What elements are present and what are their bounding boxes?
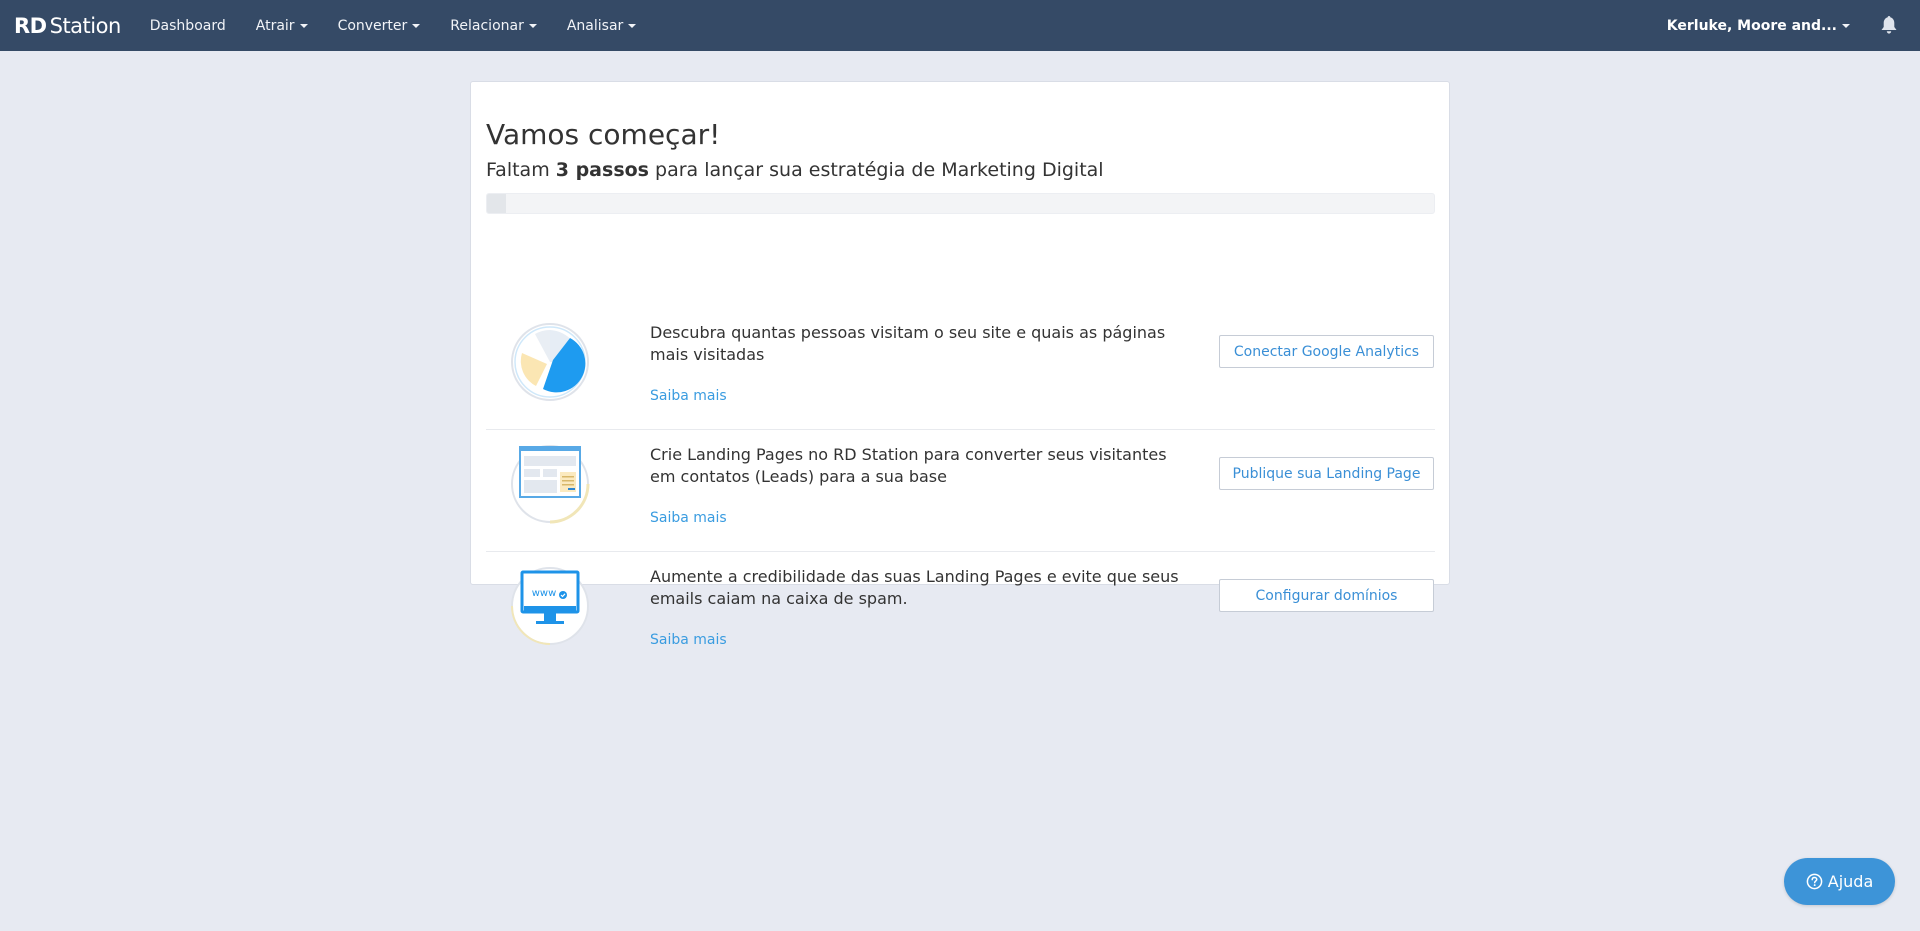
step-1-description: Descubra quantas pessoas visitam o seu s…	[650, 323, 1166, 364]
nav-converter[interactable]: Converter	[323, 18, 436, 34]
domain-monitor-icon: www	[511, 567, 589, 645]
step-1-learn-more-link[interactable]: Saiba mais	[650, 388, 727, 404]
step-landing-page: Crie Landing Pages no RD Station para co…	[486, 430, 1435, 552]
caret-down-icon	[628, 23, 637, 28]
nav-analisar[interactable]: Analisar	[552, 18, 651, 34]
nav-relacionar[interactable]: Relacionar	[435, 18, 552, 34]
nav-relacionar-label: Relacionar	[450, 17, 524, 34]
connect-google-analytics-button[interactable]: Conectar Google Analytics	[1219, 335, 1434, 368]
onboarding-progress-bar	[486, 193, 1435, 214]
subtitle-prefix: Faltam	[486, 159, 556, 181]
nav-dashboard[interactable]: Dashboard	[135, 18, 241, 34]
step-3-description: Aumente a credibilidade das suas Landing…	[650, 567, 1179, 608]
top-navbar: RD Station Dashboard Atrair Converter Rel…	[0, 0, 1920, 51]
help-button[interactable]: Ajuda	[1784, 858, 1895, 905]
progress-fill	[487, 194, 506, 213]
nav-atrair-label: Atrair	[255, 17, 295, 34]
caret-down-icon	[412, 23, 421, 28]
nav-analisar-label: Analisar	[566, 17, 624, 34]
svg-text:www: www	[532, 588, 557, 599]
nav-converter-label: Converter	[337, 17, 408, 34]
nav-dashboard-label: Dashboard	[149, 17, 226, 34]
onboarding-card: Vamos começar! Faltam 3 passos para lanç…	[470, 81, 1450, 648]
landing-page-icon	[511, 445, 590, 524]
question-circle-icon	[1806, 873, 1823, 890]
help-label: Ajuda	[1827, 872, 1874, 891]
caret-down-icon	[1842, 23, 1850, 28]
pie-chart-icon	[511, 323, 589, 401]
publish-landing-page-button[interactable]: Publique sua Landing Page	[1219, 457, 1434, 490]
step-2-description: Crie Landing Pages no RD Station para co…	[650, 445, 1167, 486]
subtitle-suffix: para lançar sua estratégia de Marketing …	[649, 159, 1104, 181]
step-domains: www Aumente a credibilidade das suas Lan…	[486, 552, 1435, 662]
logo-rd: RD	[14, 13, 47, 38]
step-3-learn-more-link[interactable]: Saiba mais	[650, 632, 727, 648]
nav-atrair[interactable]: Atrair	[241, 18, 323, 34]
page-title: Vamos começar!	[486, 118, 721, 151]
caret-down-icon	[528, 23, 537, 28]
logo-station: Station	[49, 13, 122, 38]
account-name: Kerluke, Moore and...	[1666, 17, 1837, 34]
main-nav: Dashboard Atrair Converter Relacionar An…	[135, 18, 652, 34]
rd-station-logo[interactable]: RD Station	[14, 14, 121, 38]
steps-count: 3 passos	[555, 159, 649, 181]
step-google-analytics: Descubra quantas pessoas visitam o seu s…	[486, 308, 1435, 430]
account-menu[interactable]: Kerluke, Moore and...	[1667, 0, 1850, 51]
configure-domains-button[interactable]: Configurar domínios	[1219, 579, 1434, 612]
caret-down-icon	[299, 23, 308, 28]
steps-remaining-subtitle: Faltam 3 passos para lançar sua estratég…	[486, 159, 1104, 181]
bell-icon[interactable]	[1880, 15, 1898, 35]
step-2-learn-more-link[interactable]: Saiba mais	[650, 510, 727, 526]
